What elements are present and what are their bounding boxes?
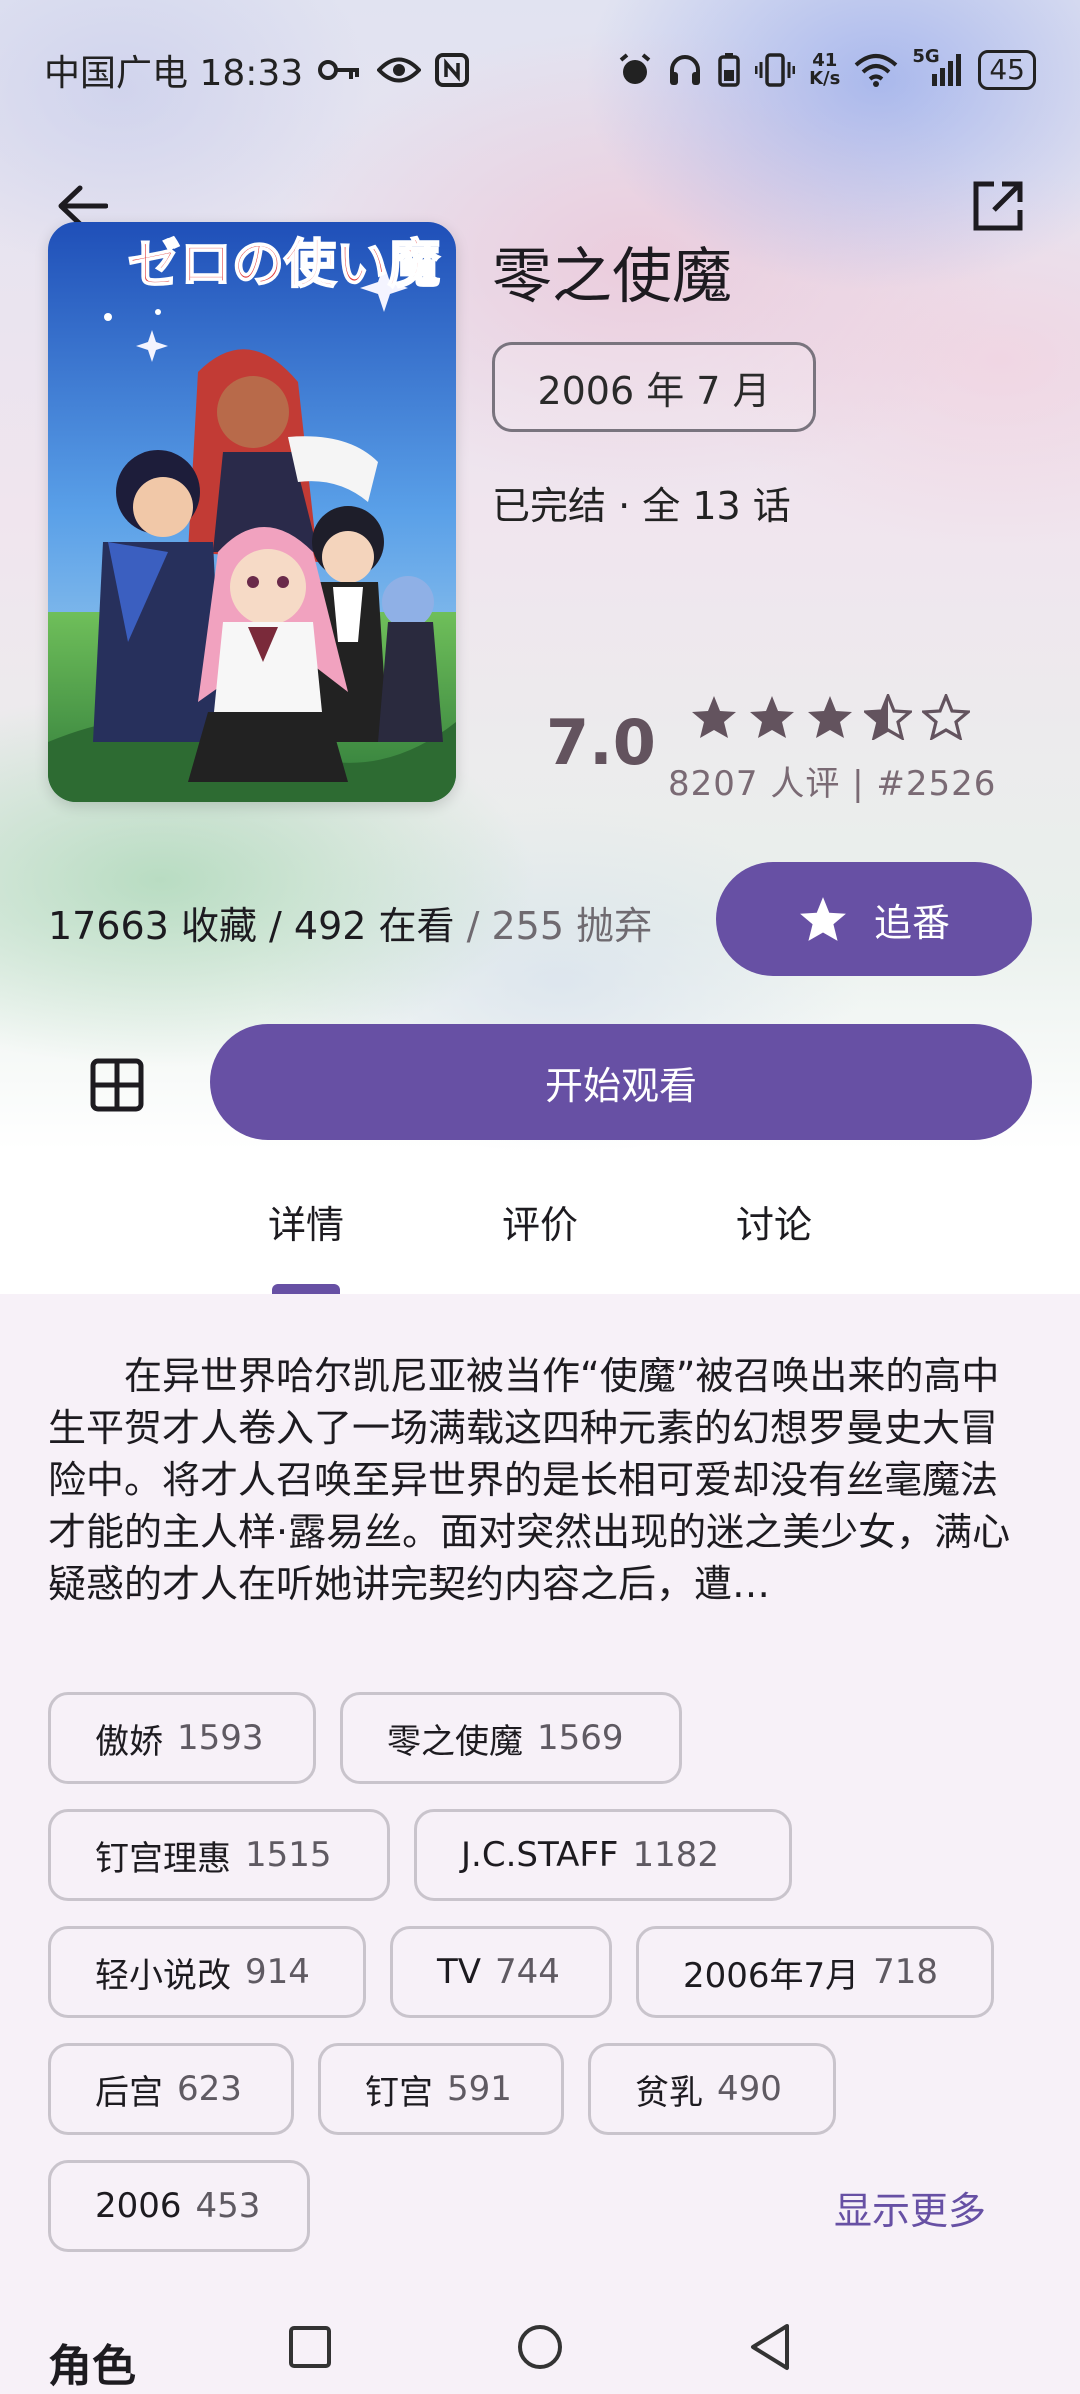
triangle-back-icon [751,2324,789,2370]
home-button[interactable] [505,2312,575,2382]
start-watching-button[interactable]: 开始观看 [210,1024,1032,1140]
tab-indicator [272,1284,340,1294]
rating-meta: 8207 人评 | #2526 [668,764,997,804]
circle-icon [518,2325,562,2369]
rating-score: 7.0 [546,706,656,779]
key-icon [317,55,363,85]
episode-grid-button[interactable] [72,1040,162,1130]
dropped-count: / 255 抛弃 [454,904,653,948]
share-button[interactable] [958,166,1038,246]
eye-icon [377,55,422,85]
grid-icon [90,1058,144,1112]
tag-chip[interactable]: 钉宫理惠 1515 [48,1809,390,1901]
star-filled-icon [808,696,852,738]
airing-status: 已完结 · 全 13 话 [492,484,791,528]
nfc-icon [435,53,470,87]
battery-indicator: 45 [978,50,1036,90]
follow-button-label: 追番 [873,900,950,945]
synopsis-text[interactable]: 在异世界哈尔凯尼亚被当作“使魔”被召唤出来的高中生平贺才人卷入了一场满载这四种元… [48,1350,1032,1610]
system-back-button[interactable] [735,2312,805,2382]
tag-chip[interactable]: 傲娇 1593 [48,1692,316,1784]
tag-chip[interactable]: 2006 453 [48,2160,310,2252]
carrier-time: 中国广电 18:33 [44,53,304,94]
cover-illustration: ゼロの使い魔 [48,222,456,802]
recents-button[interactable] [275,2312,345,2382]
alarm-icon [617,52,653,88]
battery-saver-icon [717,52,741,88]
cover-image[interactable]: ゼロの使い魔 [48,222,456,802]
tab-details[interactable]: 详情 [206,1150,406,1294]
square-icon [289,2326,331,2368]
air-date-chip[interactable]: 2006 年 7 月 [492,342,816,432]
star-half-icon [864,694,912,740]
tag-chip[interactable]: 轻小说改 914 [48,1926,366,2018]
signal-icon: 5G [912,46,964,88]
tab-reviews[interactable]: 评价 [440,1150,640,1294]
star-outline-icon [922,694,970,740]
star-icon [800,897,846,941]
tab-bar: 详情 评价 讨论 [0,1150,1080,1294]
show-more-link[interactable]: 显示更多 [834,2180,986,2235]
tab-discussion[interactable]: 讨论 [674,1150,874,1294]
status-bar: 中国广电 18:33 41 K/s 5G 45 [0,0,1080,140]
vibrate-icon [755,52,796,88]
star-filled-icon [750,696,794,738]
tag-chip[interactable]: 贫乳 490 [588,2043,836,2135]
tag-chip[interactable]: 钉宫 591 [318,2043,564,2135]
collection-stats: 17663 收藏 / 492 在看 / 255 抛弃 [48,895,652,950]
star-rating [690,694,970,740]
tag-chip[interactable]: 零之使魔 1569 [340,1692,682,1784]
wifi-icon [854,53,898,87]
tag-chip[interactable]: TV 744 [390,1926,612,2018]
open-external-icon [973,181,1023,231]
follow-button[interactable]: 追番 [716,862,1032,976]
tag-chip[interactable]: J.C.STAFF 1182 [414,1809,792,1901]
net-speed: 41 K/s [809,50,841,89]
tag-chip[interactable]: 后宫 623 [48,2043,294,2135]
headphones-icon [667,52,703,88]
system-nav-bar [0,2290,1080,2387]
collection-stats-main: 17663 收藏 / 492 在看 [48,904,455,948]
tag-chip[interactable]: 2006年7月 718 [636,1926,994,2018]
cover-logo-text: ゼロの使い魔 [128,235,440,295]
star-filled-icon [692,696,736,738]
anime-title: 零之使魔 [492,242,732,312]
